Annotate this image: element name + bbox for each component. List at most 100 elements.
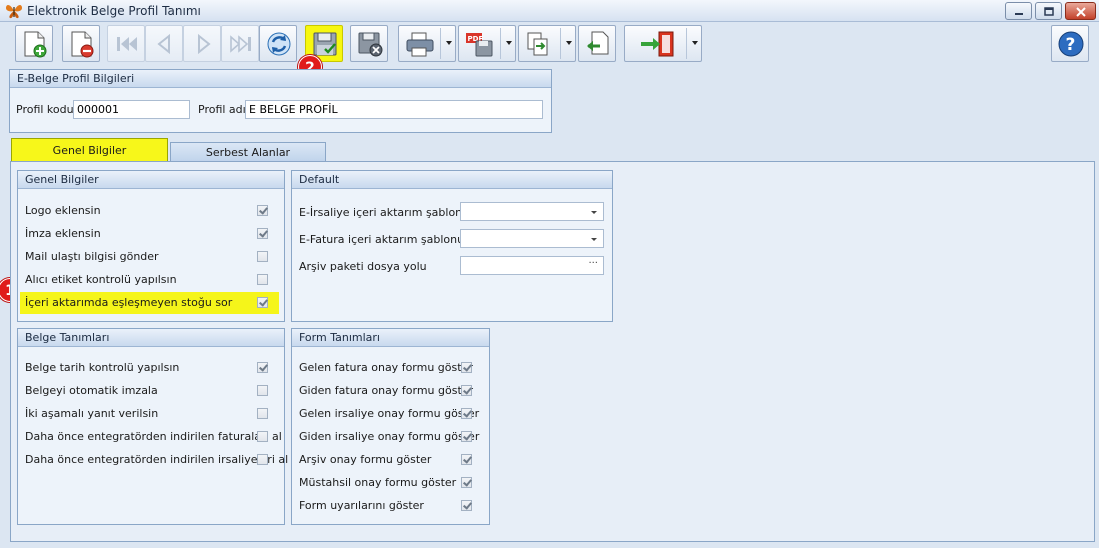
copy-button[interactable] — [518, 25, 576, 62]
title-bar: Elektronik Belge Profil Tanımı — [0, 0, 1099, 22]
next-record-icon — [198, 33, 211, 55]
profile-info-panel: E-Belge Profil Bilgileri Profil kodu Pro… — [9, 69, 552, 133]
browse-button[interactable]: ··· — [588, 258, 598, 269]
print-button[interactable] — [398, 25, 456, 62]
mustahsil-onay-label: Müstahsil onay formu göster — [299, 476, 457, 489]
maximize-icon — [1044, 7, 1054, 16]
profile-name-input[interactable] — [245, 100, 543, 119]
indirilen-fatura-checkbox[interactable] — [257, 431, 268, 442]
giden-irsaliye-label: Giden irsaliye onay formu göster — [299, 430, 480, 443]
save-icon — [313, 32, 337, 56]
print-split-separator — [440, 28, 441, 59]
transfer-icon — [587, 31, 609, 55]
giden-fatura-label: Giden fatura onay formu göster — [299, 384, 474, 397]
copy-split-separator — [560, 28, 561, 59]
imza-eklensin-checkbox[interactable] — [257, 228, 268, 239]
belge-tarih-label: Belge tarih kontrolü yapılsın — [25, 361, 180, 374]
chevron-down-icon — [591, 238, 597, 241]
form-tanimlari-panel: Form Tanımları Gelen fatura onay formu g… — [291, 328, 490, 525]
pdf-export-button[interactable]: PDF — [458, 25, 516, 62]
minimize-button[interactable] — [1005, 2, 1032, 20]
refresh-button[interactable] — [259, 25, 297, 62]
irsaliye-sablon-combo[interactable] — [460, 202, 604, 221]
arsiv-onay-checkbox[interactable] — [461, 454, 472, 465]
indirilen-irsaliye-label: Daha önce entegratörden indirilen irsali… — [25, 453, 289, 466]
fatura-sablon-combo[interactable] — [460, 229, 604, 248]
last-record-button[interactable] — [221, 25, 259, 62]
alici-etiket-label: Alıcı etiket kontrolü yapılsın — [25, 273, 177, 286]
delete-button[interactable] — [62, 25, 100, 62]
arsiv-onay-label: Arşiv onay formu göster — [299, 453, 432, 466]
indirilen-fatura-label: Daha önce entegratörden indirilen fatura… — [25, 430, 282, 443]
new-button[interactable] — [15, 25, 53, 62]
next-record-button[interactable] — [183, 25, 221, 62]
transfer-button[interactable] — [578, 25, 616, 62]
minimize-icon — [1015, 13, 1023, 15]
belge-tanimlari-title: Belge Tanımları — [18, 329, 284, 347]
gelen-irsaliye-label: Gelen irsaliye onay formu göster — [299, 407, 480, 420]
form-uyarilari-checkbox[interactable] — [461, 500, 472, 511]
first-record-icon — [117, 37, 137, 51]
gelen-fatura-label: Gelen fatura onay formu göster — [299, 361, 473, 374]
iki-asamali-label: İki aşamalı yanıt verilsin — [25, 407, 159, 420]
print-dropdown-arrow-icon[interactable] — [446, 41, 452, 45]
exit-button[interactable] — [624, 25, 702, 62]
pdf-dropdown-arrow-icon[interactable] — [506, 41, 512, 45]
genel-bilgiler-panel: Genel Bilgiler Logo eklensin İmza eklens… — [17, 170, 285, 322]
previous-record-icon — [157, 33, 170, 55]
profile-code-input[interactable] — [73, 100, 190, 119]
tab-serbest-alanlar[interactable]: Serbest Alanlar — [170, 142, 326, 162]
help-icon: ? — [1058, 31, 1084, 57]
default-title: Default — [292, 171, 612, 189]
logo-eklensin-checkbox[interactable] — [257, 205, 268, 216]
otomatik-imzala-checkbox[interactable] — [257, 385, 268, 396]
refresh-icon — [267, 32, 291, 56]
form-uyarilari-label: Form uyarılarını göster — [299, 499, 424, 512]
butterfly-app-icon — [6, 4, 22, 19]
giden-irsaliye-checkbox[interactable] — [461, 431, 472, 442]
arsiv-yolu-input[interactable]: ··· — [460, 256, 604, 275]
form-tanimlari-title: Form Tanımları — [292, 329, 489, 347]
delete-document-icon — [71, 31, 94, 58]
last-record-icon — [230, 35, 251, 53]
logo-eklensin-label: Logo eklensin — [25, 204, 101, 217]
mail-ulasti-checkbox[interactable] — [257, 251, 268, 262]
mustahsil-onay-checkbox[interactable] — [461, 477, 472, 488]
pdf-export-icon: PDF — [466, 33, 493, 57]
maximize-button[interactable] — [1035, 2, 1062, 20]
gelen-irsaliye-checkbox[interactable] — [461, 408, 472, 419]
eslesmeyen-stok-checkbox[interactable] — [257, 297, 268, 308]
irsaliye-sablon-label: E-İrsaliye içeri aktarım şablonu — [299, 206, 470, 219]
exit-dropdown-arrow-icon[interactable] — [692, 41, 698, 45]
first-record-button[interactable] — [107, 25, 145, 62]
profile-info-title: E-Belge Profil Bilgileri — [10, 70, 551, 88]
iki-asamali-checkbox[interactable] — [257, 408, 268, 419]
gelen-fatura-checkbox[interactable] — [461, 362, 472, 373]
tab-genel-bilgiler[interactable]: Genel Bilgiler — [11, 138, 168, 162]
pdf-split-separator — [500, 28, 501, 59]
save-close-icon — [358, 32, 383, 57]
previous-record-button[interactable] — [145, 25, 183, 62]
default-panel: Default E-İrsaliye içeri aktarım şablonu… — [291, 170, 613, 322]
alici-etiket-checkbox[interactable] — [257, 274, 268, 285]
belge-tarih-checkbox[interactable] — [257, 362, 268, 373]
help-button[interactable]: ? — [1051, 25, 1089, 62]
otomatik-imzala-label: Belgeyi otomatik imzala — [25, 384, 158, 397]
close-icon — [1076, 7, 1086, 17]
eslesmeyen-stok-label: İçeri aktarımda eşleşmeyen stoğu sor — [25, 296, 233, 309]
print-icon — [406, 32, 434, 57]
toolbar: PDF ? — [0, 22, 1099, 66]
close-button[interactable] — [1065, 2, 1096, 20]
copy-dropdown-arrow-icon[interactable] — [566, 41, 572, 45]
exit-door-icon — [641, 31, 674, 57]
svg-text:?: ? — [1066, 35, 1076, 55]
save-and-close-button[interactable] — [350, 25, 388, 62]
mail-ulasti-label: Mail ulaştı bilgisi gönder — [25, 250, 159, 263]
indirilen-irsaliye-checkbox[interactable] — [257, 454, 268, 465]
imza-eklensin-label: İmza eklensin — [25, 227, 101, 240]
window-title: Elektronik Belge Profil Tanımı — [27, 4, 201, 18]
giden-fatura-checkbox[interactable] — [461, 385, 472, 396]
fatura-sablon-label: E-Fatura içeri aktarım şablonu — [299, 233, 465, 246]
chevron-down-icon — [591, 211, 597, 214]
arsiv-yolu-label: Arşiv paketi dosya yolu — [299, 260, 427, 273]
